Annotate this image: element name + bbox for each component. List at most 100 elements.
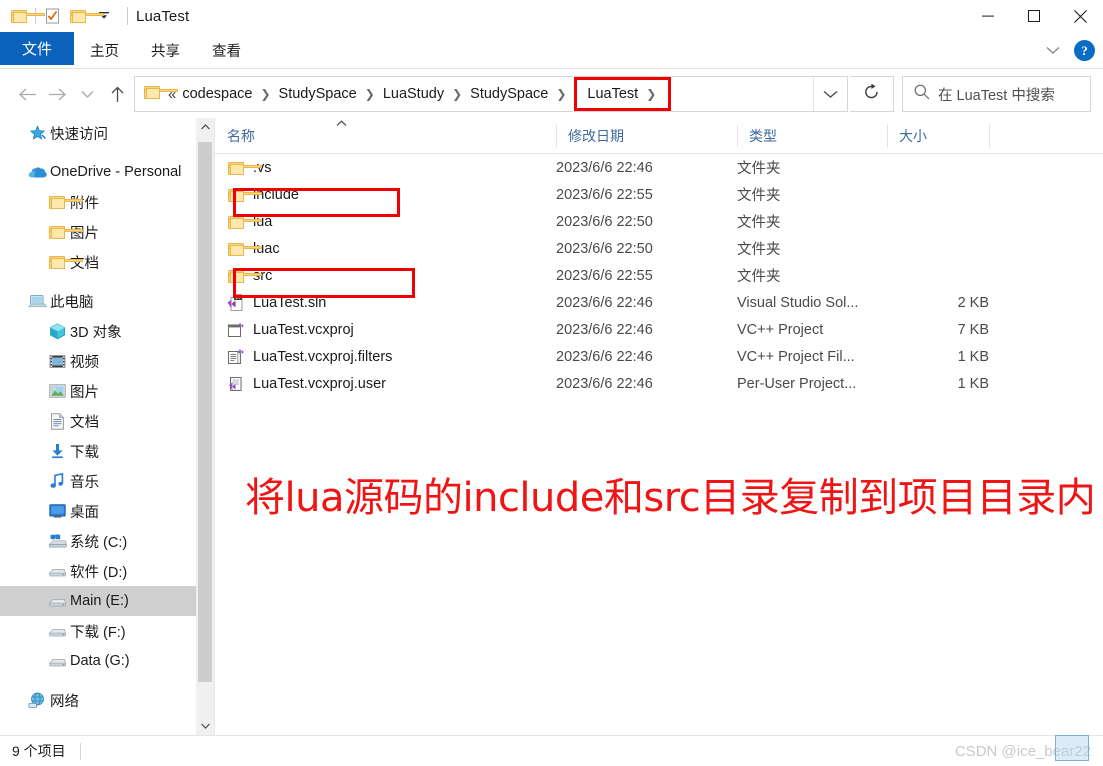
address-dropdown-icon[interactable]: [813, 77, 847, 111]
table-row[interactable]: src 2023/6/6 22:55 文件夹: [215, 262, 1103, 289]
cell-name: lua: [215, 214, 545, 230]
sidebar-item-视频[interactable]: 视频: [0, 346, 196, 376]
sidebar-item-网络[interactable]: 网络: [0, 685, 196, 715]
column-header-name[interactable]: 名称: [215, 118, 556, 154]
chevron-right-icon[interactable]: ❯: [640, 87, 662, 101]
sidebar-item-图片[interactable]: 图片: [0, 217, 196, 247]
tab-view[interactable]: 查看: [196, 36, 257, 65]
vs-solution-icon: 17: [223, 294, 249, 312]
column-header-size[interactable]: 大小: [887, 118, 989, 154]
help-icon[interactable]: ?: [1074, 40, 1095, 61]
sidebar-item-文档[interactable]: 文档: [0, 406, 196, 436]
folder-icon: [44, 255, 83, 269]
cell-date-modified: 2023/6/6 22:46: [556, 375, 653, 392]
tab-share[interactable]: 共享: [135, 36, 196, 65]
sidebar-item-下载f[interactable]: 下载 (F:): [0, 616, 196, 646]
sidebar-item-此电脑[interactable]: 此电脑: [0, 286, 196, 316]
forward-button[interactable]: [42, 79, 72, 109]
sidebar-item-下载[interactable]: 下载: [0, 436, 196, 466]
sidebar-item-onedrive-personal[interactable]: OneDrive - Personal: [0, 157, 196, 187]
sidebar-item-系统c[interactable]: 系统 (C:): [0, 526, 196, 556]
user-project-icon: [223, 375, 249, 393]
cell-date-modified: 2023/6/6 22:46: [556, 159, 653, 176]
tab-home[interactable]: 主页: [74, 36, 135, 65]
chevron-right-icon[interactable]: ❯: [359, 87, 381, 101]
table-row[interactable]: LuaTest.vcxproj.filters 2023/6/6 22:46 VC+…: [215, 343, 1103, 370]
sidebar-item-datag[interactable]: Data (G:): [0, 646, 196, 676]
address-bar[interactable]: « codespace ❯ StudySpace ❯ LuaStudy ❯ St…: [134, 76, 848, 112]
quick-access-toolbar: LuaTest: [0, 0, 189, 32]
annotation-text: 将lua源码的include和src目录复制到项目目录内: [245, 475, 1096, 521]
title-bar: LuaTest: [0, 0, 1103, 32]
table-row[interactable]: LuaTest.vcxproj 2023/6/6 22:46 VC++ Projec…: [215, 316, 1103, 343]
back-button[interactable]: [12, 79, 42, 109]
folder-icon: [223, 242, 262, 256]
sidebar-item-图片[interactable]: 图片: [0, 376, 196, 406]
refresh-button[interactable]: [850, 76, 894, 112]
sidebar-item-label: 系统 (C:): [70, 534, 128, 551]
table-row[interactable]: include 2023/6/6 22:55 文件夹: [215, 181, 1103, 208]
tab-file[interactable]: 文件: [0, 32, 75, 65]
status-bar: 9 个项目: [0, 735, 1103, 766]
column-divider[interactable]: [989, 125, 990, 147]
sidebar-item-快速访问[interactable]: 快速访问: [0, 118, 196, 148]
file-name-label: .vs: [253, 159, 272, 176]
close-button[interactable]: [1057, 0, 1103, 32]
refresh-icon: [863, 83, 880, 106]
chevron-right-icon[interactable]: ❯: [446, 87, 468, 101]
sidebar-item-maine[interactable]: Main (E:): [0, 586, 196, 616]
chevron-right-icon[interactable]: ❯: [550, 87, 572, 101]
cell-size: 7 KB: [957, 321, 989, 338]
up-button[interactable]: [102, 79, 132, 109]
cell-name: luac: [215, 241, 545, 257]
sidebar-item-桌面[interactable]: 桌面: [0, 496, 196, 526]
table-row[interactable]: 17 LuaTest.sln 2023/6/6 22:46 Visual Studio…: [215, 289, 1103, 316]
table-row[interactable]: .vs 2023/6/6 22:46 文件夹: [215, 154, 1103, 181]
windows-drive-icon: [44, 534, 70, 549]
scroll-down-icon[interactable]: [196, 717, 214, 735]
new-folder-icon[interactable]: [65, 3, 104, 29]
sidebar-item-label: 文档: [70, 414, 99, 431]
scrollbar-thumb[interactable]: [198, 142, 212, 682]
table-row[interactable]: LuaTest.vcxproj.user 2023/6/6 22:46 Per-Us…: [215, 370, 1103, 397]
column-header-date-modified[interactable]: 修改日期: [556, 118, 737, 154]
sidebar-item-3d对象[interactable]: 3D 对象: [0, 316, 196, 346]
properties-icon[interactable]: [39, 3, 65, 29]
cell-date-modified: 2023/6/6 22:50: [556, 240, 653, 257]
folder-icon[interactable]: [6, 3, 45, 29]
drive-icon: [44, 625, 70, 638]
folder-icon: [44, 195, 83, 209]
customize-dropdown-icon[interactable]: [91, 3, 117, 29]
breadcrumb-item-studyspace-2[interactable]: StudySpace: [468, 86, 550, 102]
cell-size: 2 KB: [957, 294, 989, 311]
minimize-button[interactable]: [965, 0, 1011, 32]
chevron-down-icon[interactable]: [1042, 40, 1064, 62]
sidebar-item-label: 快速访问: [50, 126, 108, 143]
scroll-up-icon[interactable]: [196, 118, 214, 136]
divider: [0, 68, 1103, 69]
sidebar-scrollbar[interactable]: [196, 118, 214, 735]
chevron-right-icon[interactable]: ❯: [254, 87, 276, 101]
sidebar-item-音乐[interactable]: 音乐: [0, 466, 196, 496]
folder-icon: [223, 161, 262, 175]
pictures-icon: [44, 384, 70, 398]
videos-icon: [44, 354, 70, 369]
table-row[interactable]: luac 2023/6/6 22:50 文件夹: [215, 235, 1103, 262]
search-placeholder: 在 LuaTest 中搜索: [938, 87, 1055, 104]
table-row[interactable]: lua 2023/6/6 22:50 文件夹: [215, 208, 1103, 235]
breadcrumb-item-studyspace-1[interactable]: StudySpace: [277, 86, 359, 102]
sidebar-item-附件[interactable]: 附件: [0, 187, 196, 217]
sidebar-item-文档[interactable]: 文档: [0, 247, 196, 277]
this-pc-icon: [24, 294, 50, 309]
column-header-type[interactable]: 类型: [737, 118, 887, 154]
breadcrumb-item-luatest-highlighted[interactable]: LuaTest ❯: [574, 77, 672, 111]
search-box[interactable]: 在 LuaTest 中搜索: [902, 76, 1091, 112]
sidebar-item-软件d[interactable]: 软件 (D:): [0, 556, 196, 586]
maximize-button[interactable]: [1011, 0, 1057, 32]
breadcrumb-item-luastudy[interactable]: LuaStudy: [381, 86, 446, 102]
file-rows: .vs 2023/6/6 22:46 文件夹 include 2023/6/6 22:5…: [215, 154, 1103, 397]
cell-name: 17 LuaTest.sln: [215, 294, 545, 312]
cell-date-modified: 2023/6/6 22:46: [556, 321, 653, 338]
recent-locations-button[interactable]: [72, 79, 102, 109]
breadcrumb-item-codespace[interactable]: codespace: [180, 86, 254, 102]
